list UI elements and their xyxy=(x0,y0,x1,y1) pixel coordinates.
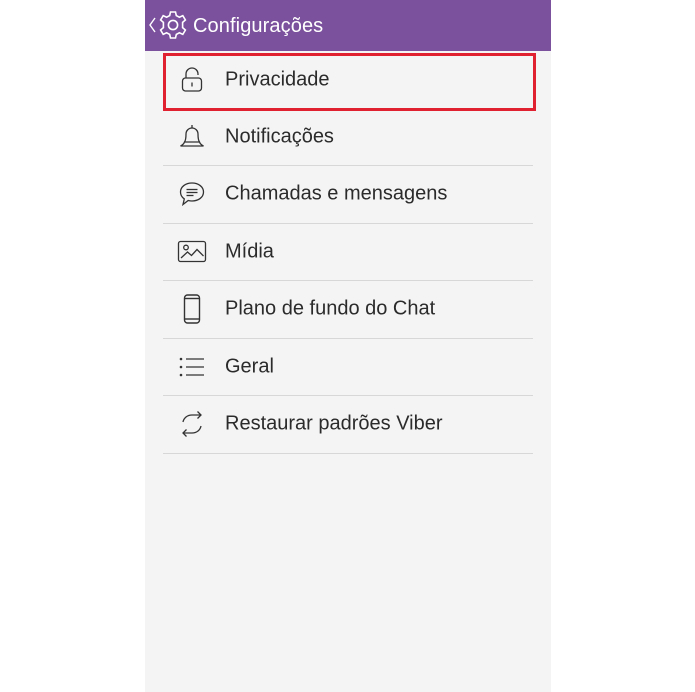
phone-screen: Configurações Privacidade Notificações C… xyxy=(145,0,551,692)
lock-icon xyxy=(177,65,207,95)
settings-item-media[interactable]: Mídia xyxy=(163,224,533,281)
settings-item-general[interactable]: Geral xyxy=(163,339,533,396)
settings-item-label: Plano de fundo do Chat xyxy=(225,297,436,320)
settings-item-label: Mídia xyxy=(225,240,274,263)
smartphone-icon xyxy=(177,294,207,324)
refresh-icon xyxy=(177,409,207,439)
app-bar: Configurações xyxy=(145,0,551,51)
list-icon xyxy=(177,352,207,382)
settings-list: Privacidade Notificações Chamadas e mens… xyxy=(163,51,533,454)
bell-icon xyxy=(177,122,207,152)
settings-item-label: Privacidade xyxy=(225,68,330,91)
settings-item-label: Chamadas e mensagens xyxy=(225,182,448,205)
settings-item-label: Restaurar padrões Viber xyxy=(225,412,443,435)
page-title: Configurações xyxy=(193,15,324,37)
settings-item-calls-messages[interactable]: Chamadas e mensagens xyxy=(163,166,533,224)
settings-item-label: Geral xyxy=(225,355,274,378)
settings-item-restore-defaults[interactable]: Restaurar padrões Viber xyxy=(163,396,533,454)
image-icon xyxy=(177,237,207,267)
settings-item-chat-background[interactable]: Plano de fundo do Chat xyxy=(163,281,533,339)
gear-icon xyxy=(157,9,189,41)
settings-item-privacy[interactable]: Privacidade xyxy=(163,51,533,109)
settings-item-label: Notificações xyxy=(225,125,334,148)
chat-bubble-icon xyxy=(177,179,207,209)
settings-item-notifications[interactable]: Notificações xyxy=(163,109,533,166)
